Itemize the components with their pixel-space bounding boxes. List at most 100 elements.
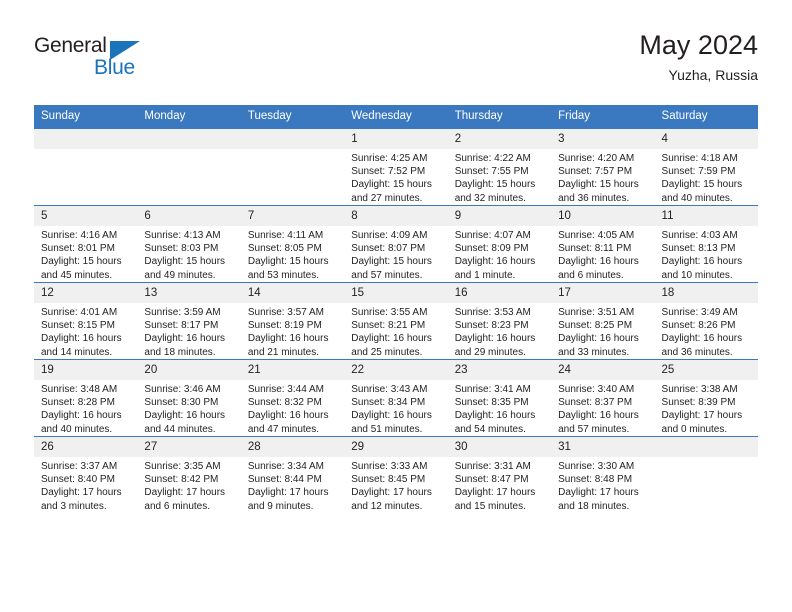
calendar-day-cell[interactable]: 31 Sunrise: 3:30 AM Sunset: 8:48 PM Dayligh… bbox=[551, 436, 655, 513]
calendar-day-cell[interactable]: 19 Sunrise: 3:48 AM Sunset: 8:28 PM Dayligh… bbox=[34, 359, 138, 437]
calendar-day-cell[interactable]: 18 Sunrise: 3:49 AM Sunset: 8:26 PM Dayligh… bbox=[654, 282, 758, 360]
daylight-duration-cont: and 27 minutes. bbox=[351, 192, 423, 204]
sunrise-time: Sunrise: 3:59 AM bbox=[144, 307, 221, 318]
calendar-day-cell[interactable]: 28 Sunrise: 3:34 AM Sunset: 8:44 PM Dayligh… bbox=[240, 436, 345, 513]
general-blue-logo[interactable]: General Blue bbox=[34, 34, 174, 90]
calendar-day-cell[interactable]: 5 Sunrise: 4:16 AM Sunset: 8:01 PM Daylight… bbox=[34, 205, 138, 283]
day-details: Sunrise: 4:18 AM Sunset: 7:59 PM Daylight:… bbox=[655, 149, 758, 205]
day-number: 18 bbox=[654, 283, 758, 303]
calendar-day-cell[interactable]: 23 Sunrise: 3:41 AM Sunset: 8:35 PM Dayligh… bbox=[447, 359, 552, 437]
daylight-duration: Daylight: 17 hours bbox=[454, 487, 536, 499]
calendar-day-cell[interactable]: 16 Sunrise: 3:53 AM Sunset: 8:23 PM Dayligh… bbox=[447, 282, 552, 360]
day-details bbox=[241, 149, 344, 152]
calendar-week-row: 1 Sunrise: 4:25 AM Sunset: 7:52 PM Daylight… bbox=[34, 128, 758, 206]
sunrise-time: Sunrise: 4:16 AM bbox=[41, 230, 118, 241]
sunrise-time: Sunrise: 3:44 AM bbox=[247, 384, 324, 395]
day-number bbox=[137, 129, 241, 149]
sunrise-time: Sunrise: 3:55 AM bbox=[351, 307, 428, 318]
sunset-time: Sunset: 8:44 PM bbox=[247, 474, 322, 486]
calendar-day-cell[interactable]: 3 Sunrise: 4:20 AM Sunset: 7:57 PM Daylight… bbox=[551, 128, 655, 206]
sunrise-time: Sunrise: 4:18 AM bbox=[661, 153, 738, 164]
daylight-duration-cont: and 1 minute. bbox=[454, 269, 516, 281]
calendar-day-cell[interactable]: 21 Sunrise: 3:44 AM Sunset: 8:32 PM Dayligh… bbox=[240, 359, 345, 437]
calendar-day-cell[interactable]: 29 Sunrise: 3:33 AM Sunset: 8:45 PM Dayligh… bbox=[344, 436, 448, 513]
daylight-duration: Daylight: 17 hours bbox=[41, 487, 122, 499]
sunset-time: Sunset: 8:37 PM bbox=[558, 397, 633, 409]
calendar-day-cell[interactable]: 25 Sunrise: 3:38 AM Sunset: 8:39 PM Dayligh… bbox=[654, 359, 758, 437]
calendar-day-cell[interactable]: 20 Sunrise: 3:46 AM Sunset: 8:30 PM Dayligh… bbox=[137, 359, 241, 437]
daylight-duration-cont: and 45 minutes. bbox=[41, 269, 113, 281]
day-number: 22 bbox=[344, 360, 448, 380]
calendar-day-cell[interactable]: 12 Sunrise: 4:01 AM Sunset: 8:15 PM Dayligh… bbox=[34, 282, 138, 360]
sunset-time: Sunset: 8:40 PM bbox=[41, 474, 115, 486]
daylight-duration-cont: and 36 minutes. bbox=[558, 192, 630, 204]
day-details: Sunrise: 3:33 AM Sunset: 8:45 PM Daylight:… bbox=[344, 457, 447, 513]
calendar-day-cell[interactable]: 2 Sunrise: 4:22 AM Sunset: 7:55 PM Daylight… bbox=[447, 128, 552, 206]
sunrise-time: Sunrise: 3:49 AM bbox=[661, 307, 738, 318]
sunset-time: Sunset: 8:09 PM bbox=[454, 243, 529, 255]
sunset-time: Sunset: 8:48 PM bbox=[558, 474, 633, 486]
daylight-duration: Daylight: 16 hours bbox=[41, 333, 122, 345]
calendar-day-cell[interactable]: 7 Sunrise: 4:11 AM Sunset: 8:05 PM Daylight… bbox=[240, 205, 345, 283]
sunset-time: Sunset: 7:57 PM bbox=[558, 166, 633, 178]
daylight-duration: Daylight: 16 hours bbox=[558, 333, 639, 345]
daylight-duration-cont: and 40 minutes. bbox=[41, 423, 113, 435]
sunrise-time: Sunrise: 3:30 AM bbox=[558, 461, 635, 472]
sunrise-time: Sunrise: 4:22 AM bbox=[454, 153, 531, 164]
calendar-day-cell[interactable]: 1 Sunrise: 4:25 AM Sunset: 7:52 PM Daylight… bbox=[344, 128, 448, 206]
weekday-header-row: Sunday Monday Tuesday Wednesday Thursday Frid… bbox=[34, 105, 758, 129]
day-details: Sunrise: 3:34 AM Sunset: 8:44 PM Daylight:… bbox=[241, 457, 344, 513]
sunrise-time: Sunrise: 3:51 AM bbox=[558, 307, 635, 318]
daylight-duration-cont: and 57 minutes. bbox=[351, 269, 423, 281]
sunset-time: Sunset: 8:34 PM bbox=[351, 397, 426, 409]
day-number: 7 bbox=[240, 206, 345, 226]
calendar-day-cell[interactable]: 14 Sunrise: 3:57 AM Sunset: 8:19 PM Dayligh… bbox=[240, 282, 345, 360]
calendar-day-cell[interactable]: 13 Sunrise: 3:59 AM Sunset: 8:17 PM Dayligh… bbox=[137, 282, 241, 360]
calendar-day-cell[interactable]: 10 Sunrise: 4:05 AM Sunset: 8:11 PM Dayligh… bbox=[551, 205, 655, 283]
sunset-time: Sunset: 8:30 PM bbox=[144, 397, 219, 409]
day-details: Sunrise: 3:35 AM Sunset: 8:42 PM Daylight:… bbox=[137, 457, 240, 513]
calendar-day-cell[interactable]: 30 Sunrise: 3:31 AM Sunset: 8:47 PM Dayligh… bbox=[447, 436, 552, 513]
day-details: Sunrise: 3:57 AM Sunset: 8:19 PM Daylight:… bbox=[241, 303, 344, 359]
calendar-cell-empty bbox=[240, 128, 345, 206]
day-details bbox=[34, 149, 137, 152]
daylight-duration-cont: and 0 minutes. bbox=[661, 423, 728, 435]
sunrise-time: Sunrise: 3:43 AM bbox=[351, 384, 428, 395]
day-number: 23 bbox=[447, 360, 552, 380]
calendar-day-cell[interactable]: 11 Sunrise: 4:03 AM Sunset: 8:13 PM Dayligh… bbox=[654, 205, 758, 283]
weekday-header-friday: Friday bbox=[551, 105, 655, 129]
day-details: Sunrise: 4:03 AM Sunset: 8:13 PM Daylight:… bbox=[655, 226, 758, 282]
day-details: Sunrise: 3:40 AM Sunset: 8:37 PM Daylight:… bbox=[551, 380, 654, 436]
day-number: 3 bbox=[551, 129, 655, 149]
calendar-day-cell[interactable]: 4 Sunrise: 4:18 AM Sunset: 7:59 PM Daylight… bbox=[654, 128, 758, 206]
calendar-day-cell[interactable]: 15 Sunrise: 3:55 AM Sunset: 8:21 PM Dayligh… bbox=[344, 282, 448, 360]
calendar-day-cell[interactable]: 9 Sunrise: 4:07 AM Sunset: 8:09 PM Daylight… bbox=[447, 205, 552, 283]
page-header: General Blue May 2024 Yuzha, Russia bbox=[34, 28, 758, 94]
day-number: 6 bbox=[137, 206, 241, 226]
calendar-day-cell[interactable]: 22 Sunrise: 3:43 AM Sunset: 8:34 PM Dayligh… bbox=[344, 359, 448, 437]
daylight-duration: Daylight: 17 hours bbox=[661, 410, 743, 422]
calendar-day-cell[interactable]: 26 Sunrise: 3:37 AM Sunset: 8:40 PM Dayligh… bbox=[34, 436, 138, 513]
calendar-week-row: 12 Sunrise: 4:01 AM Sunset: 8:15 PM Dayligh… bbox=[34, 282, 758, 360]
calendar-day-cell[interactable]: 8 Sunrise: 4:09 AM Sunset: 8:07 PM Daylight… bbox=[344, 205, 448, 283]
calendar-day-cell[interactable]: 17 Sunrise: 3:51 AM Sunset: 8:25 PM Dayligh… bbox=[551, 282, 655, 360]
sunset-time: Sunset: 7:55 PM bbox=[454, 166, 529, 178]
sunrise-time: Sunrise: 3:31 AM bbox=[454, 461, 531, 472]
sunset-time: Sunset: 8:17 PM bbox=[144, 320, 219, 332]
calendar-week-row: 5 Sunrise: 4:16 AM Sunset: 8:01 PM Daylight… bbox=[34, 205, 758, 283]
day-details: Sunrise: 4:25 AM Sunset: 7:52 PM Daylight:… bbox=[344, 149, 447, 205]
sunrise-time: Sunrise: 3:48 AM bbox=[41, 384, 118, 395]
calendar-day-cell[interactable]: 27 Sunrise: 3:35 AM Sunset: 8:42 PM Dayligh… bbox=[137, 436, 241, 513]
brand-name-blue: Blue bbox=[94, 56, 135, 79]
daylight-duration: Daylight: 15 hours bbox=[661, 179, 743, 191]
calendar-day-cell[interactable]: 24 Sunrise: 3:40 AM Sunset: 8:37 PM Dayligh… bbox=[551, 359, 655, 437]
daylight-duration-cont: and 15 minutes. bbox=[454, 500, 526, 512]
weekday-header-saturday: Saturday bbox=[654, 105, 758, 129]
calendar-day-cell[interactable]: 6 Sunrise: 4:13 AM Sunset: 8:03 PM Daylight… bbox=[137, 205, 241, 283]
day-details: Sunrise: 4:07 AM Sunset: 8:09 PM Daylight:… bbox=[448, 226, 551, 282]
sunrise-time: Sunrise: 3:33 AM bbox=[351, 461, 428, 472]
daylight-duration: Daylight: 16 hours bbox=[351, 333, 432, 345]
day-number: 20 bbox=[137, 360, 241, 380]
sunrise-time: Sunrise: 4:03 AM bbox=[661, 230, 738, 241]
daylight-duration: Daylight: 16 hours bbox=[41, 410, 122, 422]
